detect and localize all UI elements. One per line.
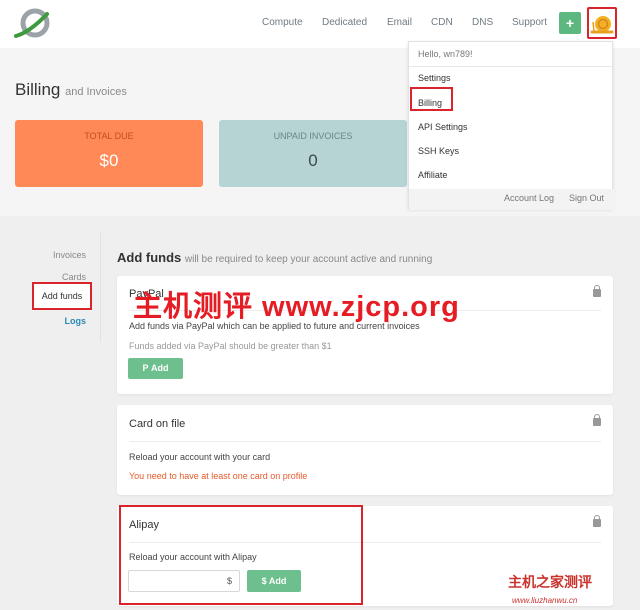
- total-due-card: TOTAL DUE $0: [15, 120, 203, 187]
- paypal-p-icon: P: [142, 363, 151, 373]
- corner-watermark: 主机之家测评: [508, 574, 592, 590]
- sign-out-link[interactable]: Sign Out: [569, 193, 604, 203]
- card-description: Reload your account with your card: [129, 452, 271, 462]
- sidebar-item-add-funds[interactable]: Add funds: [32, 282, 92, 310]
- alipay-highlight-box: [119, 505, 363, 605]
- total-due-label: TOTAL DUE: [84, 131, 134, 141]
- account-log-link[interactable]: Account Log: [504, 193, 554, 203]
- nav-dedicated[interactable]: Dedicated: [322, 17, 367, 28]
- sidebar-divider: [100, 232, 101, 342]
- panel-divider: [129, 441, 601, 442]
- total-due-value: $0: [99, 151, 119, 170]
- dropdown-greeting: Hello, wn789!: [418, 49, 473, 59]
- lock-icon: [593, 515, 601, 527]
- nav-support[interactable]: Support: [512, 17, 547, 28]
- paypal-note: Funds added via PayPal should be greater…: [129, 341, 332, 351]
- dropdown-item-affiliate[interactable]: Affiliate: [418, 170, 447, 180]
- watermark-text: 主机测评 www.zjcp.org: [133, 291, 460, 323]
- add-funds-title: Add funds: [117, 250, 182, 265]
- add-funds-heading: Add funds will be required to keep your …: [117, 250, 432, 265]
- sidebar-item-cards[interactable]: Cards: [62, 272, 86, 282]
- user-avatar[interactable]: [587, 7, 617, 39]
- dropdown-divider: [409, 66, 614, 67]
- nav-compute[interactable]: Compute: [262, 17, 303, 28]
- unpaid-invoices-card[interactable]: UNPAID INVOICES 0: [219, 120, 407, 187]
- add-funds-subtitle: will be required to keep your account ac…: [184, 254, 433, 265]
- lock-icon: [593, 285, 601, 297]
- page-title-text: Billing: [15, 80, 61, 99]
- dropdown-item-settings[interactable]: Settings: [418, 73, 451, 83]
- sidebar-item-invoices[interactable]: Invoices: [53, 250, 86, 260]
- nav-email[interactable]: Email: [387, 17, 412, 28]
- page-title: Billing and Invoices: [15, 80, 127, 100]
- page-subtitle: and Invoices: [65, 86, 127, 98]
- card-on-file-panel: Card on file Reload your account with yo…: [117, 405, 613, 495]
- site-logo-icon[interactable]: [14, 6, 52, 40]
- billing-highlight-box: [410, 87, 453, 111]
- card-warning: You need to have at least one card on pr…: [129, 471, 308, 481]
- dropdown-item-ssh-keys[interactable]: SSH Keys: [418, 146, 459, 156]
- card-on-file-title: Card on file: [129, 418, 186, 430]
- sidebar-item-logs[interactable]: Logs: [65, 316, 87, 326]
- account-dropdown: Hello, wn789! Settings Billing API Setti…: [408, 41, 614, 210]
- lock-icon: [593, 414, 601, 426]
- add-button[interactable]: +: [559, 12, 581, 34]
- dropdown-item-api-settings[interactable]: API Settings: [418, 122, 468, 132]
- unpaid-invoices-label: UNPAID INVOICES: [273, 131, 353, 141]
- corner-watermark-url: www.liuzhanwu.cn: [512, 596, 578, 605]
- paypal-add-label: Add: [151, 363, 169, 373]
- paypal-add-button[interactable]: P Add: [128, 358, 183, 379]
- nav-cdn[interactable]: CDN: [431, 17, 453, 28]
- unpaid-invoices-value: 0: [308, 151, 318, 170]
- nav-dns[interactable]: DNS: [472, 17, 493, 28]
- snail-avatar-icon: [590, 16, 614, 34]
